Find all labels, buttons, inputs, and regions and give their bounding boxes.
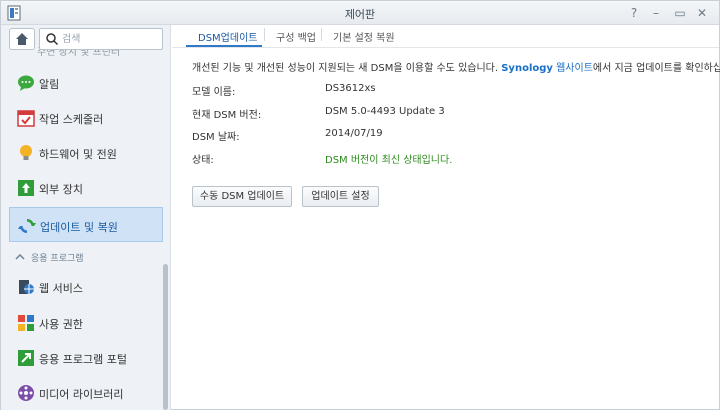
dsm-date-value: 2014/07/19 [325, 128, 383, 139]
description-text: 개선된 기능 및 개선된 성능이 지원되는 새 DSM을 이용할 수도 있습니다… [192, 63, 502, 74]
help-icon[interactable]: ? [625, 4, 643, 22]
maximize-icon[interactable]: ▭ [671, 4, 689, 22]
section-header-applications[interactable]: 응용 프로그램 [13, 250, 163, 266]
chevron-up-icon [15, 253, 25, 260]
search-input[interactable] [62, 31, 160, 47]
window-title: 제어판 [344, 8, 376, 21]
sidebar-item-application-portal[interactable]: 응용 프로그램 포털 [9, 340, 163, 375]
search-box[interactable] [39, 28, 163, 50]
manual-dsm-update-button[interactable]: 수동 DSM 업데이트 [192, 186, 292, 207]
update-settings-button[interactable]: 업데이트 설정 [302, 186, 379, 207]
close-icon[interactable]: ✕ [693, 4, 711, 22]
tab-dsm-update[interactable]: DSM업데이트 [198, 29, 257, 44]
status-label: 상태: [192, 155, 214, 166]
sidebar-item-label: 사용 권한 [39, 318, 83, 331]
privileges-icon [18, 315, 34, 331]
calendar-check-icon [17, 110, 35, 127]
model-name-value: DS3612xs [325, 83, 376, 94]
lightbulb-icon [20, 145, 32, 160]
media-library-icon [18, 385, 34, 401]
status-value: DSM 버전이 최신 상태입니다. [325, 155, 453, 166]
update-restore-icon [18, 219, 36, 233]
website-link[interactable]: 웹사이트 [553, 63, 593, 74]
sidebar-item-label: 외부 장치 [39, 183, 83, 196]
tabs-divider [172, 47, 719, 48]
section-label: 응용 프로그램 [31, 254, 84, 264]
model-name-label: 모델 이름: [192, 87, 236, 98]
dsm-version-label: 현재 DSM 버전: [192, 110, 262, 121]
dsm-date-label: DSM 날짜: [192, 132, 240, 143]
home-button[interactable] [9, 28, 35, 50]
sidebar-item-label: 작업 스케줄러 [39, 113, 104, 126]
update-description: 개선된 기능 및 개선된 성능이 지원되는 새 DSM을 이용할 수도 있습니다… [192, 59, 720, 74]
description-text-end: 에서 지금 업데이트를 확인하십시오. [592, 63, 720, 74]
app-portal-icon [18, 350, 34, 366]
sidebar-item-update-restore[interactable]: 업데이트 및 복원 [9, 207, 163, 242]
control-panel-window: 제어판 ? – ▭ ✕ 주변 장치 및 프린터 알림 [0, 0, 720, 410]
main-content: DSM업데이트 구성 백업 기본 설정 복원 개선된 기능 및 개선된 성능이 … [172, 25, 720, 410]
sidebar-item-external-devices[interactable]: 외부 장치 [9, 170, 163, 205]
home-icon [16, 33, 28, 45]
sidebar-item-hardware-power[interactable]: 하드웨어 및 전원 [9, 135, 163, 170]
sidebar-item-label: 업데이트 및 복원 [40, 221, 118, 234]
tab-reset-defaults[interactable]: 기본 설정 복원 [333, 29, 395, 44]
title-bar: 제어판 ? – ▭ ✕ [1, 1, 719, 25]
external-device-icon [18, 180, 34, 196]
web-services-icon [19, 280, 34, 294]
sidebar-item-label: 웹 서비스 [39, 282, 83, 295]
tab-divider [264, 28, 265, 41]
sidebar-item-label: 미디어 라이브러리 [39, 388, 124, 401]
sidebar-item-web-services[interactable]: 웹 서비스 [9, 269, 163, 304]
tab-divider [321, 28, 322, 41]
search-icon [46, 33, 59, 46]
sidebar-item-media-library[interactable]: 미디어 라이브러리 [9, 375, 163, 410]
minimize-icon[interactable]: – [647, 4, 665, 22]
synology-link[interactable]: Synology [501, 63, 553, 74]
sidebar-scrollbar[interactable] [163, 264, 168, 410]
sidebar: 주변 장치 및 프린터 알림 [1, 25, 171, 410]
sidebar-item-notification[interactable]: 알림 [9, 65, 163, 100]
sidebar-item-label: 알림 [39, 78, 60, 91]
sidebar-item-label: 응용 프로그램 포털 [39, 353, 127, 366]
speech-bubble-icon [18, 75, 34, 91]
sidebar-item-task-scheduler[interactable]: 작업 스케줄러 [9, 100, 163, 135]
dsm-version-value: DSM 5.0-4493 Update 3 [325, 106, 445, 117]
tab-config-backup[interactable]: 구성 백업 [276, 29, 316, 44]
sidebar-item-privileges[interactable]: 사용 권한 [9, 305, 163, 340]
sidebar-item-label: 하드웨어 및 전원 [39, 148, 117, 161]
